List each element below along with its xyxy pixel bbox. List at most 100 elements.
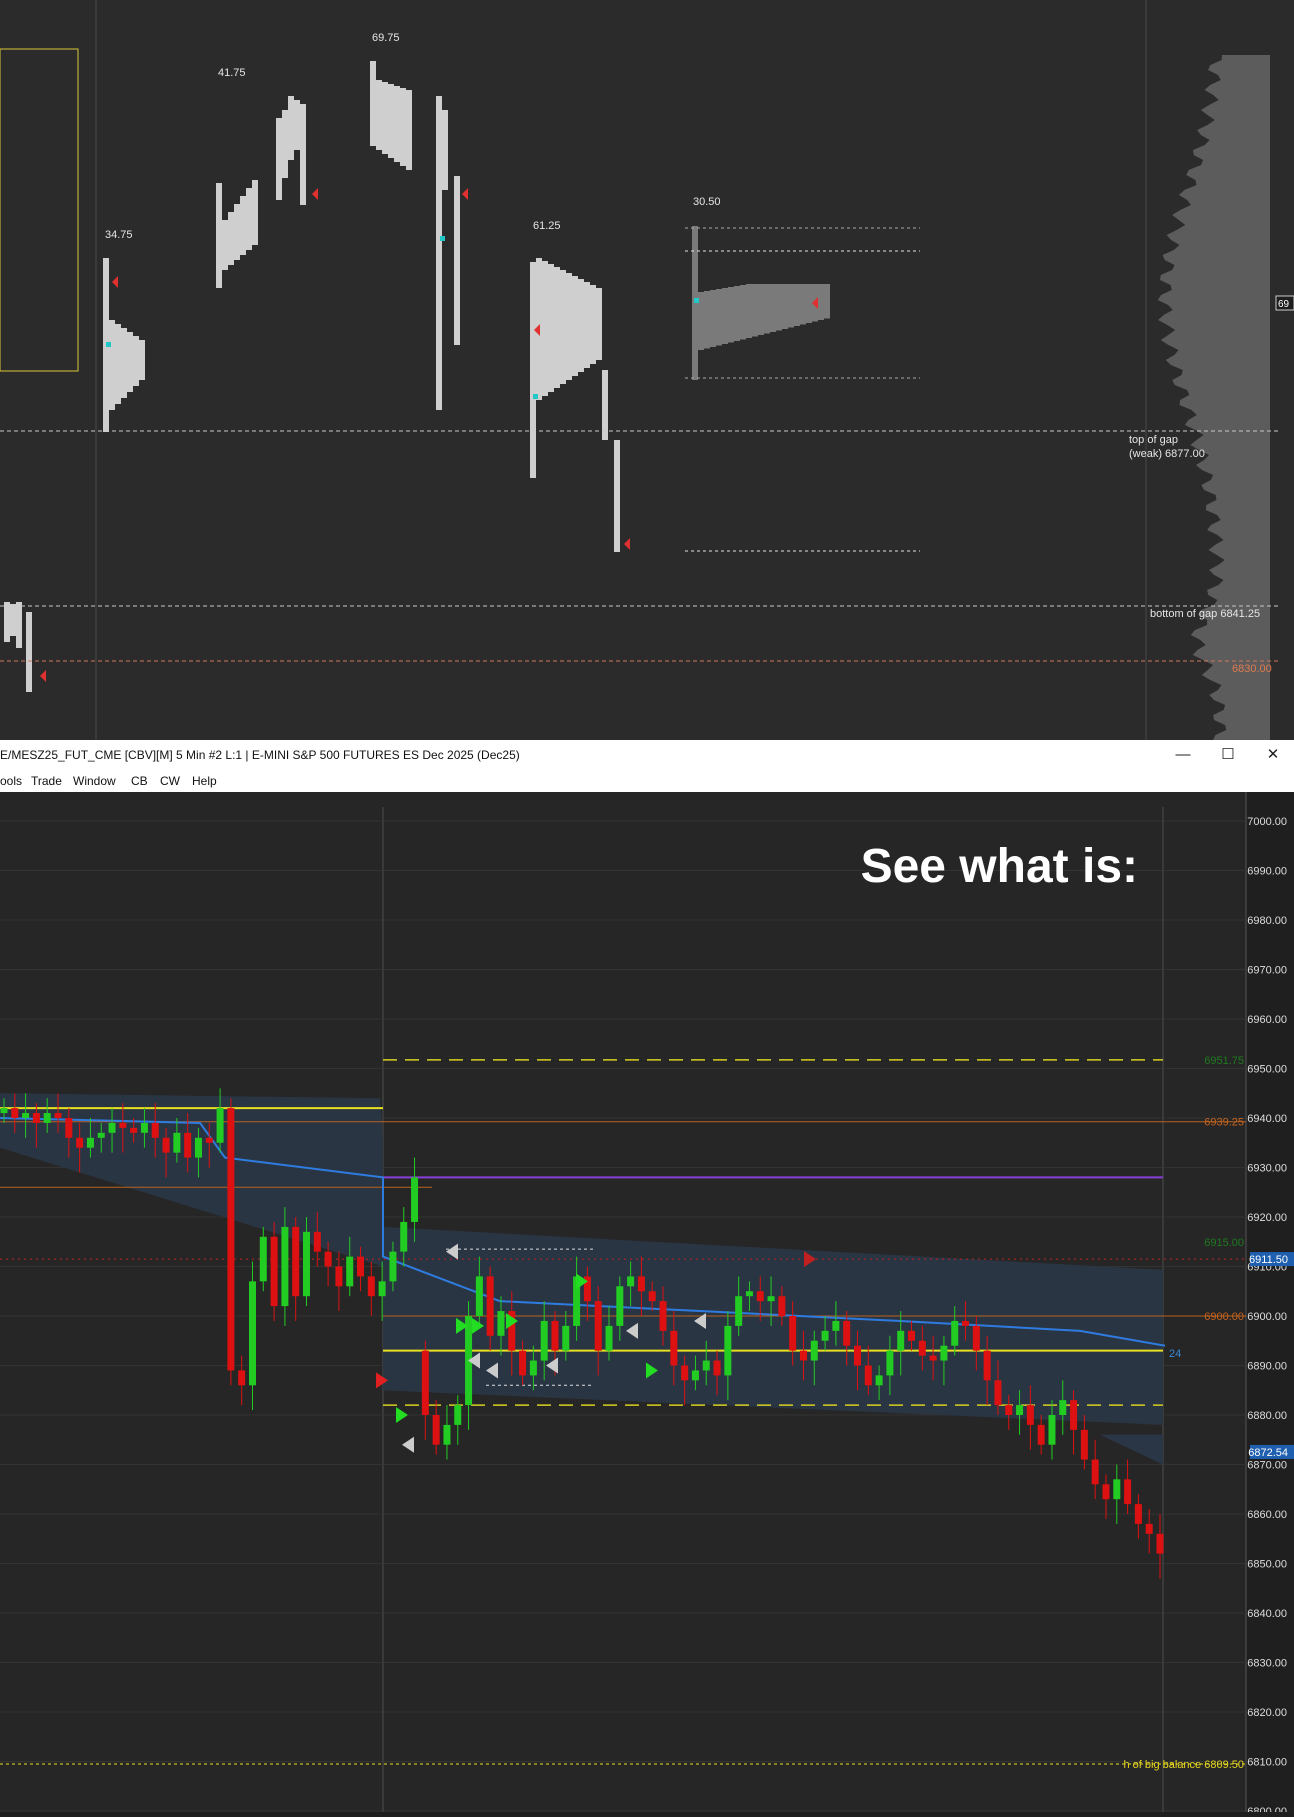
candle-body [551,1321,558,1351]
candle-body [649,1291,656,1301]
tpo-column [572,276,578,376]
menu-cb[interactable]: CB [131,770,148,792]
level-label: 6951.75 [1204,1055,1244,1067]
tpo-column [806,284,812,323]
menu-tools[interactable]: ools [0,770,22,792]
price-axis-label: 6900.00 [1247,1311,1287,1323]
price-axis-label: 6970.00 [1247,965,1287,977]
menu-help[interactable]: Help [192,770,217,792]
candle-body [65,1118,72,1138]
candle-body [76,1138,83,1148]
tpo-column [704,291,710,349]
window-titlebar[interactable]: E/MESZ25_FUT_CME [CBV][M] 5 Min #2 L:1 |… [0,740,1294,770]
tpo-column [770,284,776,332]
level-label: 24 [1169,1348,1181,1360]
candle-body [660,1301,667,1331]
tpo-column [394,86,400,162]
tpo-column [376,80,382,150]
candle-body [595,1301,602,1351]
candle-body [519,1351,526,1376]
candle-body [98,1133,105,1138]
menu-window[interactable]: Window [73,770,116,792]
candle-body [1102,1484,1109,1499]
tpo-column [722,288,728,344]
price-axis-label: 6920.00 [1247,1212,1287,1224]
candle-body [1,1108,8,1113]
candle-body [919,1341,926,1356]
level-label: 6915.00 [1204,1237,1244,1249]
tpo-column [222,220,228,270]
tpo-column [246,188,252,250]
candle-body [217,1108,224,1143]
tpo-column [109,320,115,410]
candle-body [886,1351,893,1376]
tpo-column [406,90,412,170]
tpo-column [115,324,121,404]
candle-body [562,1326,569,1351]
candle-body [703,1361,710,1371]
candle-body [940,1346,947,1361]
candle-body [411,1177,418,1222]
candle-body [1005,1405,1012,1415]
level-label: 6939.25 [1204,1117,1244,1129]
tpo-column [288,96,294,160]
tpo-column [596,288,602,360]
tpo-column [121,328,127,398]
profile-range-label: 41.75 [218,67,246,79]
tpo-column [716,289,722,346]
candlestick-chart[interactable]: 7000.006990.006980.006970.006960.006950.… [0,792,1294,1812]
menu-trade[interactable]: Trade [31,770,62,792]
tpo-column [276,118,282,200]
headline-text: See what is: [861,840,1138,893]
tpo-column [764,284,770,334]
candle-body [897,1331,904,1351]
candle-body [454,1405,461,1425]
tpo-column [734,286,740,341]
candle-body [832,1321,839,1331]
price-axis-label: 6940.00 [1247,1113,1287,1125]
tpo-column [294,100,300,150]
candle-body [325,1252,332,1267]
candle-body [768,1296,775,1301]
tpo-column [560,270,566,384]
menu-cw[interactable]: CW [160,770,180,792]
candle-body [908,1331,915,1341]
candle-body [681,1366,688,1381]
tpo-column [776,284,782,331]
candle-body [1070,1400,1077,1430]
candle-body [854,1346,861,1366]
candle-body [627,1276,634,1286]
tpo-profile-chart[interactable]: 34.75 41.75 69.75 61.25 30.50 top of gap… [0,0,1294,740]
candle-body [260,1237,267,1282]
price-axis-label: 6880.00 [1247,1410,1287,1422]
gap-bottom-label: bottom of gap 6841.25 [1150,608,1260,620]
tpo-column [554,267,560,388]
candle-body [843,1321,850,1346]
tpo-column [824,284,830,319]
close-button[interactable]: ✕ [1250,740,1294,770]
window-title: E/MESZ25_FUT_CME [CBV][M] 5 Min #2 L:1 |… [0,740,520,770]
tpo-cyan-marker [106,342,111,347]
level-label: h of big balance 6809.50 [1124,1759,1245,1771]
candle-body [163,1138,170,1153]
tpo-column [758,284,764,335]
candle-body [606,1326,613,1351]
candle-body [249,1281,256,1385]
tpo-column [542,261,548,396]
maximize-button[interactable]: ☐ [1205,740,1251,770]
candle-body [638,1276,645,1291]
tpo-cyan-marker [440,236,445,241]
candle-body [238,1370,245,1385]
price-axis-label: 6800.00 [1247,1806,1287,1812]
tpo-column [578,279,584,372]
candle-body [778,1296,785,1316]
candle-body [714,1361,721,1376]
minimize-button[interactable]: — [1160,740,1206,770]
tpo-column [240,196,246,255]
price-axis-label: 6810.00 [1247,1757,1287,1769]
tpo-column [127,332,133,392]
candle-body [87,1138,94,1148]
tpo-column [782,284,788,329]
tpo-column [752,284,758,337]
candle-body [346,1257,353,1287]
